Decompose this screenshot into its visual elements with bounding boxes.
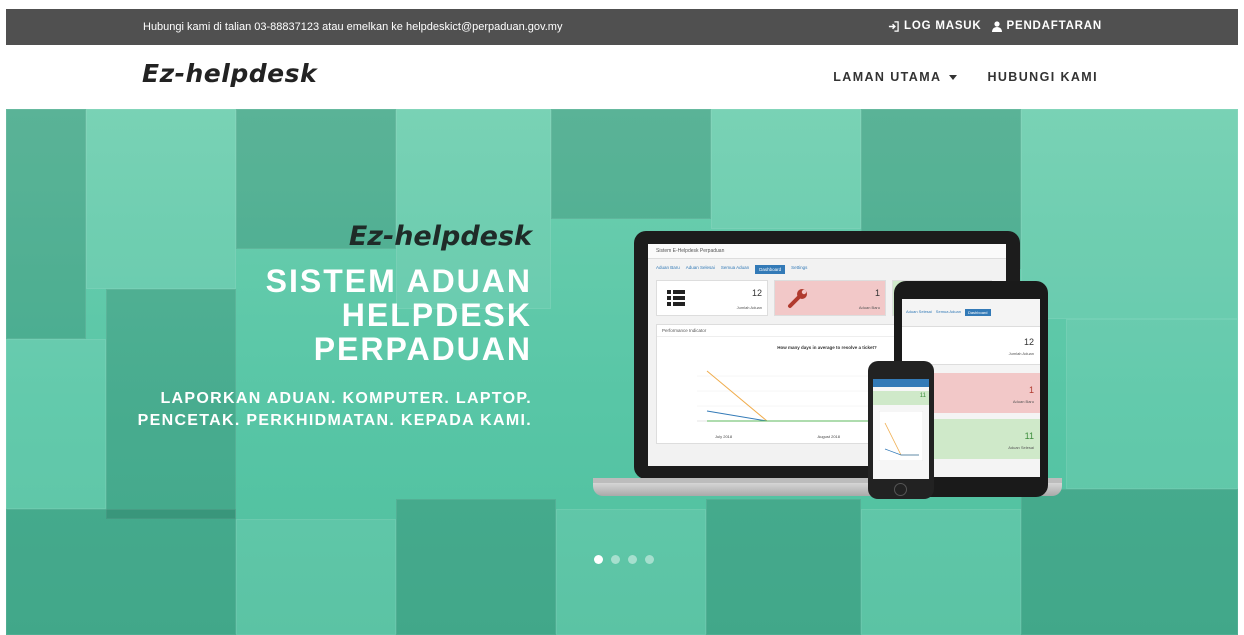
carousel-indicators: [594, 555, 654, 564]
main-navbar: Ez-helpdesk LAMAN UTAMA HUBUNGI KAMI: [6, 45, 1238, 109]
mockup-x-label: August 2018: [817, 434, 840, 439]
background-tile: [6, 339, 106, 509]
background-tile: [396, 499, 556, 635]
mockup-card: 12 Jumlah Aduan: [656, 280, 768, 316]
mockup-tab: Settings: [791, 265, 808, 270]
mockup-card-number: 1: [874, 288, 880, 298]
carousel-dot-2[interactable]: [611, 555, 620, 564]
tablet-tabs: Aduan Selesai Semua Aduan Dashboard: [902, 299, 1040, 327]
background-tile: [236, 519, 396, 635]
list-icon: [667, 290, 685, 306]
carousel-dot-1[interactable]: [594, 555, 603, 564]
mockup-x-label: July 2018: [715, 434, 733, 439]
background-tile: [861, 509, 1021, 635]
phone-header: [873, 379, 929, 387]
hero-caption: Ez-helpdesk SISTEM ADUAN HELPDESK PERPAD…: [138, 221, 532, 432]
tablet-card-number: 12: [1023, 337, 1034, 347]
sign-in-icon: [888, 20, 899, 32]
hero-title-line: HELPDESK: [341, 297, 532, 333]
mockup-tab: Aduan Baru: [656, 265, 680, 270]
tablet-card-label: Jumlah Aduan: [1008, 351, 1034, 356]
mockup-tab: Semua Aduan: [720, 265, 750, 270]
hero-subtitle-line: LAPORKAN ADUAN. KOMPUTER. LAPTOP.: [160, 390, 532, 407]
nav-label: HUBUNGI KAMI: [987, 70, 1098, 84]
hero-subtitle: LAPORKAN ADUAN. KOMPUTER. LAPTOP. PENCET…: [138, 388, 532, 432]
tablet-tab: Aduan Selesai: [906, 309, 932, 314]
background-tile: [556, 509, 706, 635]
contact-info: Hubungi kami di talian 03-88837123 atau …: [143, 21, 563, 33]
background-tile: [1066, 319, 1238, 489]
mockup-tab: Dashboard: [755, 265, 786, 274]
background-tile: [1021, 109, 1238, 319]
mockup-tabs: Aduan Baru Aduan Selesai Semua Aduan Das…: [648, 259, 1006, 280]
carousel-dot-3[interactable]: [628, 555, 637, 564]
tablet-card-label: Aduan Selesai: [1008, 445, 1034, 450]
hero-subtitle-line: PENCETAK. PERKHIDMATAN. KEPADA KAMI.: [137, 412, 532, 429]
register-label: PENDAFTARAN: [1006, 20, 1102, 32]
tablet-card-label: Aduan Baru: [1012, 399, 1034, 404]
hero-title: SISTEM ADUAN HELPDESK PERPADUAN: [138, 264, 532, 366]
phone-card-number: 11: [919, 393, 926, 399]
phone-mockup: 11: [868, 361, 934, 499]
login-link[interactable]: LOG MASUK: [888, 20, 981, 32]
phone-mini-chart: [879, 411, 923, 461]
nav-label: LAMAN UTAMA: [833, 70, 942, 84]
background-tile: [1021, 489, 1238, 635]
page: Hubungi kami di talian 03-88837123 atau …: [6, 9, 1238, 635]
tablet-card-number: 11: [1024, 431, 1034, 441]
brand-logo[interactable]: Ez-helpdesk: [142, 59, 317, 88]
user-icon: [991, 20, 1002, 32]
mockup-card-label: Aduan Baru: [858, 305, 880, 310]
background-tile: [6, 109, 86, 339]
nav-item-laman-utama[interactable]: LAMAN UTAMA: [833, 70, 958, 84]
wrench-icon: [788, 289, 807, 308]
background-tile: [6, 509, 236, 635]
tablet-card-number: 1: [1028, 385, 1034, 395]
mockup-card-label: Jumlah Aduan: [736, 305, 762, 310]
hero-carousel: Ez-helpdesk SISTEM ADUAN HELPDESK PERPAD…: [6, 109, 1238, 635]
mockup-window-title: Sistem E-Helpdesk Perpaduan: [648, 244, 1006, 259]
mockup-card-number: 12: [751, 288, 762, 298]
tablet-tab: Dashboard: [964, 309, 991, 316]
hero-title-line: PERPADUAN: [313, 331, 532, 367]
tablet-card: 12 Jumlah Aduan: [902, 327, 1040, 365]
login-label: LOG MASUK: [904, 20, 982, 32]
hero-brand: Ez-helpdesk: [348, 221, 532, 252]
phone-screen-content: 11: [873, 379, 929, 479]
tablet-tab: Semua Aduan: [935, 309, 961, 314]
main-nav: LAMAN UTAMA HUBUNGI KAMI: [833, 70, 1098, 84]
mockup-card: 1 Aduan Baru: [774, 280, 886, 316]
register-link[interactable]: PENDAFTARAN: [991, 20, 1102, 32]
background-tile: [706, 499, 861, 635]
hero-title-line: SISTEM ADUAN: [265, 263, 532, 299]
carousel-dot-4[interactable]: [645, 555, 654, 564]
background-tile: [711, 109, 861, 229]
background-tile: [551, 109, 711, 219]
top-info-bar: Hubungi kami di talian 03-88837123 atau …: [6, 9, 1238, 45]
account-links: LOG MASUK PENDAFTARAN: [888, 20, 1102, 32]
chevron-down-icon: [949, 74, 958, 80]
phone-card: 11: [873, 391, 929, 405]
phone-home-button: [894, 483, 907, 496]
nav-item-hubungi-kami[interactable]: HUBUNGI KAMI: [987, 70, 1098, 84]
mockup-tab: Aduan Selesai: [685, 265, 715, 270]
